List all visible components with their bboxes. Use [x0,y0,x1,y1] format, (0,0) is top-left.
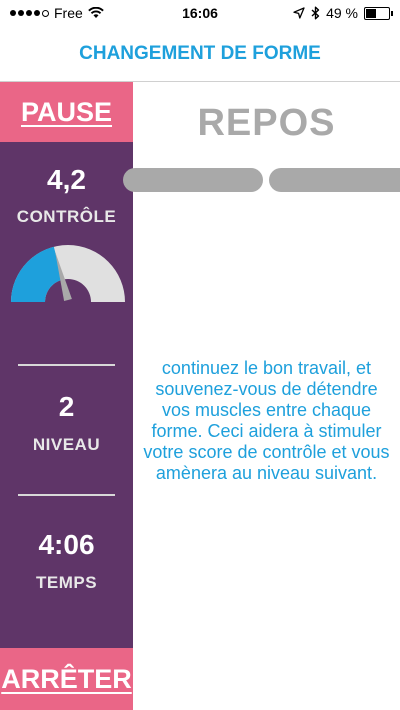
gauge-fill [11,246,63,302]
sidebar-divider [18,364,115,366]
control-gauge [11,245,125,302]
level-value: 2 [58,391,75,422]
location-arrow-icon [293,7,305,19]
time-value: 4:06 [38,529,95,560]
instruction-message: continuez le bon travail, et souvenez-vo… [143,358,390,483]
pause-button[interactable]: PAUSE [0,82,133,142]
state-label: REPOS [197,102,336,144]
control-label: CONTRÔLE [16,207,117,226]
stop-button[interactable]: ARRÊTER [0,648,133,710]
status-right: 49 % [293,5,393,21]
sidebar: PAUSE 4,2 CONTRÔLE 2 NIVEAU 4:06 TEMPS A… [0,82,133,710]
bluetooth-icon [311,6,320,20]
progress-track-right [269,168,400,192]
status-bar: Free 16:06 49 % [0,0,400,26]
page-title: CHANGEMENT DE FORME [79,42,321,64]
level-label: NIVEAU [32,435,101,454]
control-value: 4,2 [47,164,86,195]
progress-track-left [123,168,263,192]
battery-percent: 49 % [326,5,358,21]
battery-icon [364,6,393,20]
sidebar-divider [18,494,115,496]
time-label: TEMPS [35,573,98,592]
main-area: REPOS continuez le bon travail, et souve… [123,82,400,710]
